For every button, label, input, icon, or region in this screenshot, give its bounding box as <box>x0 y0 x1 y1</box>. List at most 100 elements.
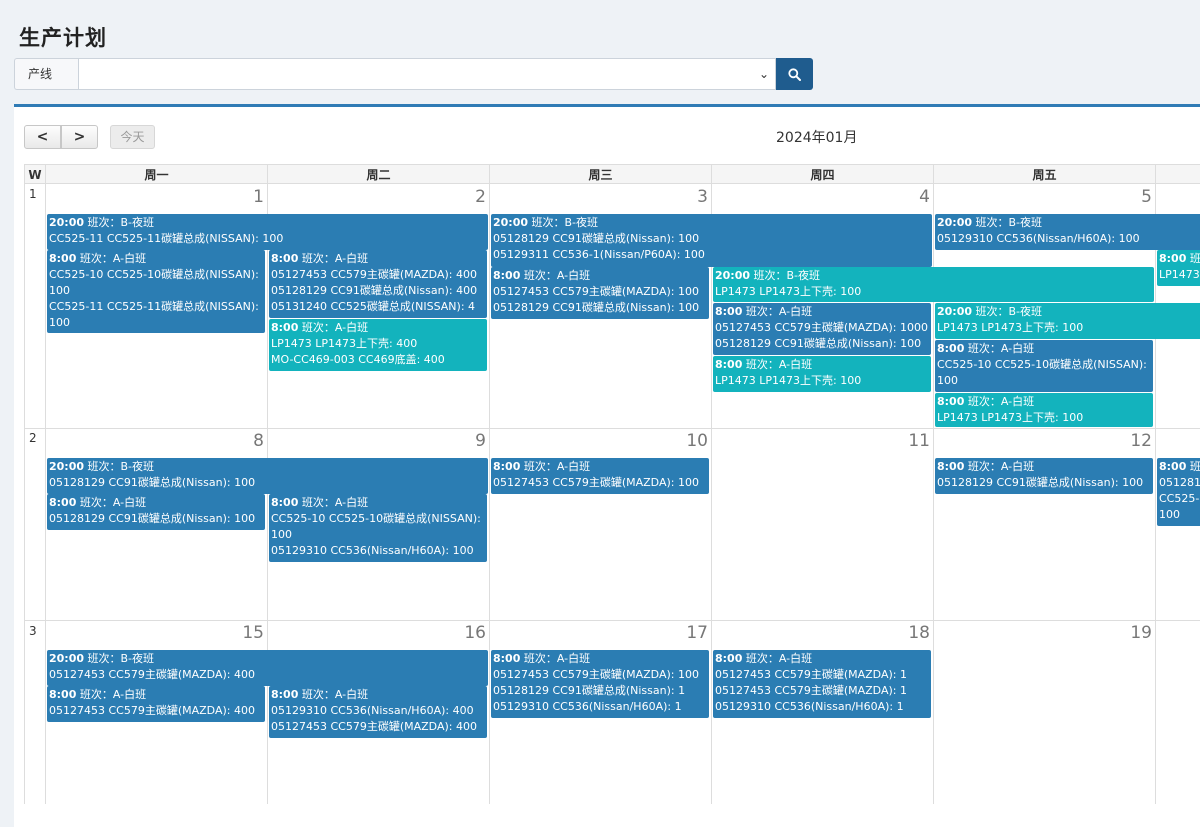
calendar-event[interactable]: 20:00 班次：B-夜班 LP1473 LP1473上下壳: 100 <box>935 303 1200 339</box>
event-line: CC525-10 CC525-10碳罐总成(NISSAN): <box>271 512 481 525</box>
calendar-event[interactable]: 8:00 班次：A-白班 05127453 CC579主碳罐(MAZDA): 10… <box>713 303 931 355</box>
calendar-event[interactable]: 8:00 班次LP1473 <box>1157 250 1200 286</box>
calendar-event[interactable]: 8:00 班次：A-白班 05127453 CC579主碳罐(MAZDA): 40… <box>269 250 487 318</box>
event-shift: 班次：B-夜班 <box>84 652 155 665</box>
grid-line <box>1155 184 1156 804</box>
event-header: 8:00 班次：A-白班 <box>937 394 1151 410</box>
event-header: 8:00 班次：A-白班 <box>715 304 929 320</box>
event-line: 05127453 CC579主碳罐(MAZDA): 1000 <box>715 321 928 334</box>
event-header: 20:00 班次：B-夜班 <box>49 215 486 231</box>
event-time: 8:00 <box>271 321 299 334</box>
event-line: CC525-11 CC525-11碳罐总成(NISSAN): <box>49 300 259 313</box>
event-time: 8:00 <box>49 252 77 265</box>
event-line: 05127453 CC579主碳罐(MAZDA): 1 <box>715 684 907 697</box>
event-header: 8:00 班次：A-白班 <box>493 268 707 284</box>
event-time: 8:00 <box>49 688 77 701</box>
search-icon <box>788 67 801 81</box>
calendar-event[interactable]: 8:00 班次：A-白班 05129310 CC536(Nissan/H60A):… <box>269 686 487 738</box>
event-line: 05128129 CC91碳罐总成(Nissan): 100 <box>49 512 256 525</box>
event-time: 8:00 <box>493 652 521 665</box>
calendar-event[interactable]: 8:00 班次：A-白班 CC525-10 CC525-10碳罐总成(NISSAN… <box>47 250 265 333</box>
calendar-event[interactable]: 8:00 班次：A-白班 05128129 CC91碳罐总成(Nissan): 1… <box>47 494 265 530</box>
grid-line <box>24 428 1200 429</box>
calendar-event[interactable]: 8:00 班次：A-白班 05128129 CC91碳罐总成(Nissan): 1… <box>935 458 1153 494</box>
event-line: 05128129 CC91碳罐总成(Nissan): 100 <box>49 476 256 489</box>
calendar-event[interactable]: 20:00 班次：B-夜班 05127453 CC579主碳罐(MAZDA): 4… <box>47 650 488 686</box>
search-button[interactable] <box>776 58 813 90</box>
event-time: 8:00 <box>715 358 743 371</box>
event-header: 8:00 班次 <box>1159 251 1200 267</box>
event-time: 20:00 <box>493 216 529 229</box>
calendar-event[interactable]: 8:00 班次：A-白班 05127453 CC579主碳罐(MAZDA): 10… <box>491 267 709 319</box>
today-button[interactable]: 今天 <box>110 125 155 149</box>
event-shift: 班次：B-夜班 <box>972 305 1043 318</box>
event-line: LP1473 LP1473上下壳: 400 <box>271 337 418 350</box>
day-number: 4 <box>919 187 930 207</box>
calendar-event[interactable]: 8:00 班次051281CC525-100 <box>1157 458 1200 526</box>
calendar-event[interactable]: 8:00 班次：A-白班 05127453 CC579主碳罐(MAZDA): 40… <box>47 686 265 722</box>
event-shift: 班次：A-白班 <box>742 652 813 665</box>
calendar-event[interactable]: 8:00 班次：A-白班 LP1473 LP1473上下壳: 100 <box>935 393 1153 427</box>
calendar-event[interactable]: 20:00 班次：B-夜班 05128129 CC91碳罐总成(Nissan): … <box>47 458 488 494</box>
event-header: 20:00 班次：B-夜班 <box>715 268 1152 284</box>
calendar-event[interactable]: 8:00 班次：A-白班 05127453 CC579主碳罐(MAZDA): 1 0… <box>713 650 931 718</box>
next-month-button[interactable]: > <box>61 125 98 149</box>
event-header: 20:00 班次：B-夜班 <box>49 459 486 475</box>
calendar-event[interactable]: 8:00 班次：A-白班 CC525-10 CC525-10碳罐总成(NISSAN… <box>269 494 487 562</box>
event-line: 05127453 CC579主碳罐(MAZDA): 100 <box>493 668 699 681</box>
weekday-header: 周一 <box>45 164 268 184</box>
event-header: 8:00 班次：A-白班 <box>49 495 263 511</box>
event-line: 05127453 CC579主碳罐(MAZDA): 100 <box>493 476 699 489</box>
week-number: 2 <box>29 431 37 445</box>
weekday-header: 周五 <box>933 164 1156 184</box>
day-number: 12 <box>1130 431 1152 451</box>
event-shift: 班次：A-白班 <box>76 252 147 265</box>
event-shift: 班次：A-白班 <box>76 496 147 509</box>
calendar-event[interactable]: 20:00 班次：B-夜班 05128129 CC91碳罐总成(Nissan): … <box>491 214 932 267</box>
event-line: CC525- <box>1159 492 1200 505</box>
event-header: 8:00 班次：A-白班 <box>493 651 707 667</box>
event-shift: 班次：B-夜班 <box>84 460 155 473</box>
event-header: 8:00 班次：A-白班 <box>271 251 485 267</box>
calendar-event[interactable]: 20:00 班次：B-夜班 05129310 CC536(Nissan/H60A)… <box>935 214 1200 250</box>
line-filter: 产线 ⌄ <box>14 58 813 90</box>
event-line: LP1473 <box>1159 268 1200 281</box>
event-time: 8:00 <box>715 652 743 665</box>
line-select[interactable]: ⌄ <box>78 58 776 90</box>
event-time: 8:00 <box>1159 252 1187 265</box>
calendar-event[interactable]: 8:00 班次：A-白班 05127453 CC579主碳罐(MAZDA): 10… <box>491 650 709 718</box>
calendar-event[interactable]: 8:00 班次：A-白班 05127453 CC579主碳罐(MAZDA): 10… <box>491 458 709 494</box>
weekday-header: 周四 <box>711 164 934 184</box>
calendar-event[interactable]: 8:00 班次：A-白班 LP1473 LP1473上下壳: 100 <box>713 356 931 392</box>
event-shift: 班次：B-夜班 <box>972 216 1043 229</box>
event-line: 05127453 CC579主碳罐(MAZDA): 400 <box>49 668 255 681</box>
calendar-event[interactable]: 8:00 班次：A-白班 CC525-10 CC525-10碳罐总成(NISSAN… <box>935 340 1153 392</box>
event-shift: 班次：A-白班 <box>520 269 591 282</box>
event-shift: 班次：A-白班 <box>964 395 1035 408</box>
day-number: 10 <box>686 431 708 451</box>
event-line: 05129310 CC536(Nissan/H60A): 100 <box>937 232 1140 245</box>
week-number: 3 <box>29 624 37 638</box>
event-time: 20:00 <box>49 460 85 473</box>
chevron-down-icon: ⌄ <box>758 67 769 81</box>
event-line: 05128129 CC91碳罐总成(Nissan): 100 <box>937 476 1144 489</box>
calendar-event[interactable]: 8:00 班次：A-白班 LP1473 LP1473上下壳: 400 MO-CC46… <box>269 319 487 371</box>
grid-line <box>489 184 490 804</box>
event-line: 05129310 CC536(Nissan/H60A): 400 <box>271 704 474 717</box>
event-line: 05128129 CC91碳罐总成(Nissan): 400 <box>271 284 478 297</box>
event-line: MO-CC469-003 CC469底盖: 400 <box>271 353 445 366</box>
event-time: 8:00 <box>1159 460 1187 473</box>
calendar-event[interactable]: 20:00 班次：B-夜班 LP1473 LP1473上下壳: 100 <box>713 267 1154 302</box>
event-shift: 班次：A-白班 <box>964 342 1035 355</box>
event-time: 20:00 <box>937 305 973 318</box>
event-line: 05127453 CC579主碳罐(MAZDA): 400 <box>271 268 477 281</box>
prev-month-button[interactable]: < <box>24 125 61 149</box>
event-line: 05128129 CC91碳罐总成(Nissan): 100 <box>715 337 922 350</box>
event-line: 100 <box>49 284 70 297</box>
calendar-event[interactable]: 20:00 班次：B-夜班 CC525-11 CC525-11碳罐总成(NISSA… <box>47 214 488 250</box>
event-shift: 班次：A-白班 <box>76 688 147 701</box>
event-line: 05129310 CC536(Nissan/H60A): 100 <box>271 544 474 557</box>
event-line: 05128129 CC91碳罐总成(Nissan): 100 <box>493 301 700 314</box>
event-line: 05127453 CC579主碳罐(MAZDA): 1 <box>715 668 907 681</box>
event-time: 8:00 <box>937 460 965 473</box>
